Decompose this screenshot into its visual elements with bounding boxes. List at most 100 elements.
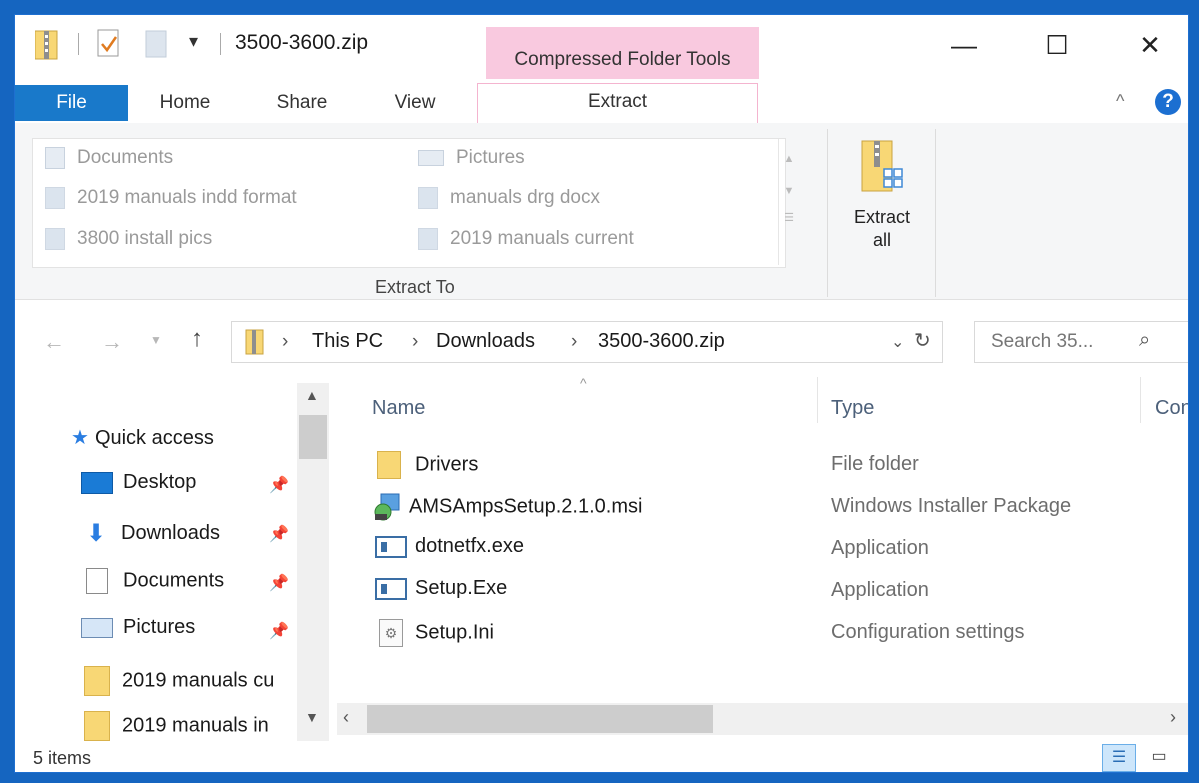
app-icon [375,535,407,558]
file-name: dotnetfx.exe [415,535,524,557]
pictures-icon [418,149,444,166]
close-button[interactable]: ✕ [1120,25,1180,65]
folder-icon [84,711,110,741]
tab-home[interactable]: Home [145,85,225,121]
details-view-icon[interactable]: ☰ [1102,744,1136,772]
gallery-item-documents[interactable]: Documents [45,147,173,169]
nav-item-2019-manuals-in[interactable]: 2019 manuals in [81,711,269,741]
file-name: AMSAmpsSetup.2.1.0.msi [409,495,643,518]
pin-icon[interactable]: 📌 [269,573,289,593]
qat-separator [78,33,79,55]
gallery-item-manuals-drg-docx[interactable]: manuals drg docx [418,187,600,209]
file-type: File folder [831,453,919,475]
column-separator[interactable] [1140,377,1141,423]
breadcrumb-this-pc[interactable]: This PC [312,330,383,353]
breadcrumb-separator: › [571,331,578,352]
large-icons-view-icon[interactable]: ▭ [1143,744,1175,770]
search-box[interactable]: Search 35... ⌕ [974,321,1188,363]
scroll-up-icon[interactable]: ▲ [305,387,319,403]
properties-check-icon[interactable] [97,29,121,59]
breadcrumb-downloads[interactable]: Downloads [436,330,535,353]
documents-icon [86,568,108,594]
context-tab-label: Compressed Folder Tools [514,49,731,70]
extract-all-button[interactable]: Extract all [829,135,935,295]
file-row-amsampssetup[interactable]: AMSAmpsSetup.2.1.0.msi [373,492,642,522]
gallery-item-2019-manuals-indd[interactable]: 2019 manuals indd format [45,187,297,209]
gallery-item-3800-install-pics[interactable]: 3800 install pics [45,228,212,250]
gallery-more-icon[interactable]: ☰ [779,197,799,224]
breadcrumb-separator: › [412,331,419,352]
up-arrow-icon[interactable]: ↑ [191,325,203,353]
tab-view[interactable]: View [380,85,450,121]
pictures-icon [81,617,113,638]
file-row-drivers[interactable]: Drivers [377,451,478,479]
file-row-dotnetfx[interactable]: dotnetfx.exe [375,535,524,558]
file-type: Configuration settings [831,621,1025,643]
nav-scroll-thumb[interactable] [299,415,327,459]
tab-extract[interactable]: Extract [477,83,758,124]
nav-quick-access[interactable]: ★ Quick access [71,425,214,450]
window-title: 3500-3600.zip [235,31,369,54]
content-hscroll-thumb[interactable] [367,705,713,733]
zip-folder-icon[interactable] [35,27,59,61]
file-name: Drivers [415,453,479,476]
gallery-up-icon[interactable]: ▲ [779,139,799,165]
forward-arrow-icon[interactable]: → [101,329,123,355]
address-bar[interactable]: › This PC › Downloads › 3500-3600.zip ⌄ … [231,321,943,363]
minimize-button[interactable]: — [934,25,994,65]
tab-share[interactable]: Share [262,85,342,121]
scroll-left-icon[interactable]: ‹ [343,707,349,728]
recent-dropdown-icon[interactable]: ▼ [150,333,162,347]
breadcrumb-separator: › [282,331,289,352]
nav-item-desktop[interactable]: Desktop [81,471,196,494]
nav-label: 2019 manuals in [122,714,269,737]
scroll-down-icon[interactable]: ▼ [305,709,319,725]
gallery-scroll[interactable]: ▲ ▼ ☰ [778,139,799,265]
file-row-setup-ini[interactable]: ⚙ Setup.Ini [375,619,494,647]
gallery-item-label: manuals drg docx [450,187,600,209]
scroll-right-icon[interactable]: › [1170,707,1176,728]
file-name: Setup.Ini [415,621,494,644]
qat-separator-2 [220,33,221,55]
tab-file[interactable]: File [15,85,128,121]
maximize-button[interactable]: ☐ [1027,25,1087,65]
pin-icon[interactable]: 📌 [269,524,289,544]
group-label-extract-to: Extract To [375,277,455,297]
app-icon [375,577,407,600]
column-header-type[interactable]: Type [831,397,874,420]
column-header-name[interactable]: Name [372,397,425,420]
nav-item-2019-manuals-cu[interactable]: 2019 manuals cu [81,666,274,696]
refresh-icon[interactable]: ↻ [914,328,931,353]
nav-item-downloads[interactable]: ⬇ Downloads [81,519,220,548]
extract-all-label-1: Extract [853,207,910,227]
gallery-item-label: 3800 install pics [77,228,213,250]
gallery-item-pictures[interactable]: Pictures [418,147,525,169]
file-name: Setup.Exe [415,577,508,599]
collapse-ribbon-icon[interactable]: ^ [1116,91,1124,112]
desktop-icon [81,471,113,494]
help-icon[interactable]: ? [1155,89,1181,115]
nav-item-pictures[interactable]: Pictures [81,616,195,639]
address-dropdown-icon[interactable]: ⌄ [891,332,904,352]
gallery-item-2019-manuals-current[interactable]: 2019 manuals current [418,228,634,250]
nav-item-documents[interactable]: Documents [81,568,224,594]
search-placeholder: Search 35... [991,331,1094,352]
search-icon[interactable]: ⌕ [1139,329,1150,352]
back-arrow-icon[interactable]: ← [43,329,65,355]
documents-icon [45,147,65,169]
pin-icon[interactable]: 📌 [269,475,289,495]
status-item-count: 5 items [33,748,92,768]
new-folder-icon[interactable] [145,29,169,59]
column-header-compressed[interactable]: Con [1155,397,1188,420]
extract-all-icon [861,140,903,192]
nav-label: Pictures [123,616,196,638]
breadcrumb-zip[interactable]: 3500-3600.zip [598,330,725,353]
gallery-down-icon[interactable]: ▼ [779,165,799,197]
column-separator[interactable] [817,377,818,423]
qat-dropdown-icon[interactable]: ▾ [189,31,198,52]
folder-icon [45,228,65,250]
context-tab-compressed-folder-tools[interactable]: Compressed Folder Tools [486,27,759,79]
file-row-setup-exe[interactable]: Setup.Exe [375,577,507,600]
pin-icon[interactable]: 📌 [269,621,289,641]
ini-icon: ⚙ [379,619,403,647]
